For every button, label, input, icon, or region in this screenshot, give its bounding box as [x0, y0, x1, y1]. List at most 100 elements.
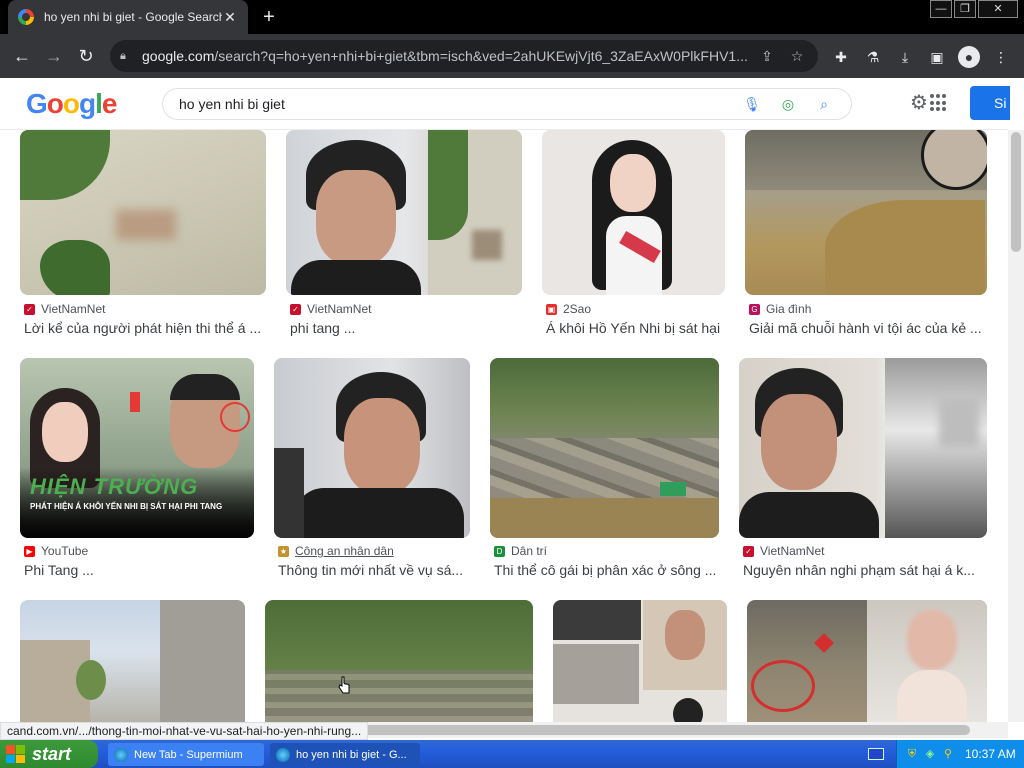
- result-title[interactable]: Nguyên nhân nghi phạm sát hại á k...: [743, 562, 987, 578]
- result-title[interactable]: Lời kể của người phát hiện thi thể á ...: [24, 320, 268, 336]
- minimize-button[interactable]: —: [930, 0, 952, 18]
- result-title[interactable]: Thi thể cô gái bị phân xác ở sông ...: [494, 562, 720, 578]
- result-source[interactable]: G Gia đình: [749, 302, 811, 316]
- result-title[interactable]: Phi Tang ...: [24, 562, 254, 578]
- vietnamnet-icon: ✓: [743, 545, 754, 557]
- dantri-icon: D: [494, 545, 505, 557]
- keyboard-icon[interactable]: [868, 748, 884, 760]
- logo-letter: o: [46, 88, 64, 119]
- result-thumbnail[interactable]: [286, 130, 522, 295]
- result-source[interactable]: ▣ 2Sao: [546, 302, 591, 316]
- search-box[interactable]: ho yen nhi bi giet 🎙︎ ◎ ⌕: [162, 88, 852, 120]
- scrollbar-thumb[interactable]: [1011, 132, 1021, 252]
- browser-tab-strip: ho yen nhi bi giet - Google Search ✕ + —…: [0, 0, 1024, 34]
- image-result[interactable]: ★ Công an nhân dân Thông tin mới nhất về …: [274, 358, 470, 580]
- forward-icon[interactable]: →: [42, 44, 66, 68]
- result-source[interactable]: ▶ YouTube: [24, 544, 88, 558]
- result-title[interactable]: Thông tin mới nhất về vụ sá...: [278, 562, 470, 578]
- result-thumbnail[interactable]: [20, 600, 245, 722]
- labs-flask-icon[interactable]: ⚗: [862, 46, 884, 68]
- close-tab-icon[interactable]: ✕: [222, 9, 238, 26]
- source-name: YouTube: [41, 544, 89, 558]
- google-apps-icon[interactable]: [930, 94, 948, 112]
- network-icon[interactable]: ◈: [923, 747, 937, 761]
- image-result[interactable]: [747, 600, 987, 722]
- result-thumbnail[interactable]: [747, 600, 987, 722]
- reload-icon[interactable]: ↻: [74, 44, 98, 68]
- back-icon[interactable]: ←: [10, 44, 34, 68]
- security-shield-icon[interactable]: ⛨: [905, 747, 919, 761]
- menu-kebab-icon[interactable]: ⋮: [990, 46, 1012, 68]
- profile-avatar-icon[interactable]: ●: [958, 46, 980, 68]
- result-source[interactable]: ✓ VietNamNet: [290, 302, 371, 316]
- windows-flag-icon: [6, 745, 26, 763]
- sign-in-button[interactable]: Si: [970, 86, 1010, 120]
- image-result[interactable]: [265, 600, 533, 722]
- result-thumbnail[interactable]: [20, 130, 266, 295]
- download-icon[interactable]: ⤓: [894, 46, 916, 68]
- restore-button[interactable]: ❐: [954, 0, 976, 18]
- start-button[interactable]: start: [0, 740, 98, 768]
- image-results-grid: ✓ VietNamNet Lời kể của người phát hiện t…: [0, 130, 1008, 722]
- image-result[interactable]: D Dân trí Thi thể cô gái bị phân xác ở sô…: [490, 358, 719, 580]
- result-thumbnail[interactable]: [553, 600, 727, 722]
- taskbar-item[interactable]: New Tab - Supermium: [108, 743, 264, 766]
- search-input[interactable]: ho yen nhi bi giet: [179, 96, 727, 112]
- result-thumbnail[interactable]: [274, 358, 470, 538]
- 2sao-icon: ▣: [546, 303, 557, 315]
- google-favicon-icon: [18, 9, 34, 25]
- google-header: Google ho yen nhi bi giet 🎙︎ ◎ ⌕ ⚙ Si: [0, 78, 1010, 130]
- microphone-icon[interactable]: 🎙︎: [741, 93, 763, 115]
- logo-letter: o: [62, 88, 80, 119]
- side-panel-icon[interactable]: ▣: [926, 46, 948, 68]
- result-source[interactable]: D Dân trí: [494, 544, 547, 558]
- image-result[interactable]: ▣ 2Sao Á khôi Hồ Yến Nhi bị sát hại: [542, 130, 725, 340]
- result-thumbnail[interactable]: [745, 130, 987, 295]
- result-source[interactable]: ✓ VietNamNet: [743, 544, 824, 558]
- image-result[interactable]: G Gia đình Giải mã chuỗi hành vi tội ác c…: [745, 130, 987, 340]
- google-lens-icon[interactable]: ◎: [777, 93, 799, 115]
- bookmark-star-icon[interactable]: ☆: [786, 48, 808, 65]
- address-bar[interactable]: 🔒︎ google.com/search?q=ho+yen+nhi+bi+gie…: [110, 40, 818, 72]
- search-icon[interactable]: ⌕: [813, 93, 835, 115]
- result-title[interactable]: Á khôi Hồ Yến Nhi bị sát hại: [546, 320, 746, 336]
- screen: ho yen nhi bi giet - Google Search ✕ + —…: [0, 0, 1024, 768]
- link-status-url: cand.com.vn/.../thong-tin-moi-nhat-ve-vu…: [0, 722, 369, 740]
- result-source[interactable]: ★ Công an nhân dân: [278, 544, 394, 558]
- image-result[interactable]: [553, 600, 727, 722]
- youtube-icon: ▶: [24, 545, 35, 557]
- result-thumbnail[interactable]: [265, 600, 533, 722]
- new-tab-button[interactable]: +: [258, 6, 280, 28]
- system-tray: ⛨ ◈ ⚲ 10:37 AM: [896, 740, 1024, 768]
- image-result[interactable]: [20, 600, 245, 722]
- scrollbar-thumb[interactable]: [330, 725, 970, 735]
- taskbar-item-active[interactable]: ho yen nhi bi giet - G...: [270, 743, 420, 766]
- result-thumbnail[interactable]: [490, 358, 719, 538]
- source-name: Công an nhân dân: [295, 544, 394, 558]
- google-logo[interactable]: Google: [26, 88, 117, 120]
- image-result[interactable]: ✓ VietNamNet phi tang ...: [286, 130, 522, 340]
- hand-cursor-icon: [338, 676, 350, 694]
- result-thumbnail[interactable]: [542, 130, 725, 295]
- extensions-icon[interactable]: ✚: [830, 46, 852, 68]
- result-title[interactable]: phi tang ...: [290, 320, 520, 336]
- browser-tab[interactable]: ho yen nhi bi giet - Google Search ✕: [8, 0, 248, 34]
- source-name: VietNamNet: [307, 302, 372, 316]
- share-icon[interactable]: ⇪: [756, 48, 778, 65]
- result-thumbnail[interactable]: HIỆN TRƯỜNG PHÁT HIỆN Á KHÔI YẾN NHI BỊ …: [20, 358, 254, 538]
- image-result[interactable]: ✓ VietNamNet Lời kể của người phát hiện t…: [20, 130, 266, 340]
- window-close-button[interactable]: ✕: [978, 0, 1018, 18]
- search-tray-icon[interactable]: ⚲: [941, 747, 955, 761]
- result-title[interactable]: Giải mã chuỗi hành vi tội ác của kẻ ...: [749, 320, 989, 336]
- browser-app-icon: [276, 747, 290, 762]
- logo-letter: l: [95, 88, 103, 119]
- result-thumbnail[interactable]: [739, 358, 987, 538]
- logo-letter: G: [26, 88, 48, 119]
- image-result[interactable]: HIỆN TRƯỜNG PHÁT HIỆN Á KHÔI YẾN NHI BỊ …: [20, 358, 254, 580]
- settings-gear-icon[interactable]: ⚙: [908, 92, 930, 114]
- taskbar-item-label: ho yen nhi bi giet - G...: [296, 748, 407, 761]
- image-result[interactable]: ✓ VietNamNet Nguyên nhân nghi phạm sát hạ…: [739, 358, 987, 580]
- vertical-scrollbar[interactable]: [1008, 130, 1024, 722]
- vietnamnet-icon: ✓: [24, 303, 35, 315]
- result-source[interactable]: ✓ VietNamNet: [24, 302, 105, 316]
